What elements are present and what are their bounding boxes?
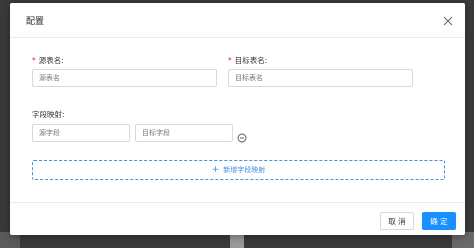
plus-icon: + [211,164,220,175]
source-table-label-text: 源表名: [38,56,64,65]
modal-footer: 取 消 确 定 [10,202,465,236]
target-table-label-text: 目标表名: [234,56,268,65]
cancel-button[interactable]: 取 消 [380,212,414,230]
close-icon[interactable] [441,13,455,27]
add-field-mapping-button[interactable]: + 新增字段映射 [32,160,445,180]
ok-button[interactable]: 确 定 [422,212,456,230]
target-table-label: * 目标表名: [228,55,267,66]
target-table-input[interactable] [228,69,413,87]
config-modal: 配置 *源表名: *目标表名: 字段映射: + 新增字段映射 取 消 确 定 [10,3,465,235]
required-mark: * [228,56,232,65]
add-field-mapping-label: 新增字段映射 [223,166,266,174]
source-field-input[interactable] [32,124,130,142]
source-table-label: * 源表名: [32,55,64,66]
source-table-input[interactable] [32,69,217,87]
field-mapping-label: 字段映射: [32,110,65,119]
required-mark: * [32,56,36,65]
target-field-input[interactable] [135,124,233,142]
modal-title: 配置 [26,17,45,27]
modal-header: 配置 [10,3,465,38]
minus-circle-icon[interactable] [237,128,247,143]
